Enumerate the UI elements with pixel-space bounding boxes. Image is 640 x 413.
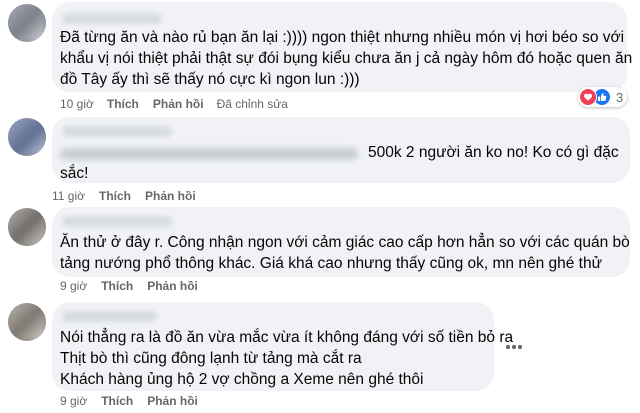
comment-text-line: sắc!	[60, 165, 89, 182]
comment-text-line: Ăn thử ở đây r. Công nhận ngon với cảm g…	[60, 234, 630, 251]
reply-button[interactable]: Phản hồi	[153, 97, 204, 111]
comment-actions: 10 giờ Thích Phản hồi Đã chỉnh sửa	[60, 97, 288, 111]
comment-actions: 9 giờ Thích Phản hồi	[60, 394, 198, 408]
comment-time[interactable]: 11 giờ	[52, 189, 85, 203]
like-button[interactable]: Thích	[107, 97, 139, 111]
comment-bubble: Nói thẳng ra là đồ ăn vừa mắc vừa ít khô…	[52, 302, 513, 391]
avatar[interactable]	[8, 118, 46, 156]
more-dot	[506, 345, 510, 349]
comment-time[interactable]: 10 giờ	[60, 97, 94, 111]
like-button[interactable]: Thích	[101, 394, 133, 408]
comment-time[interactable]: 9 giờ	[60, 279, 87, 293]
reaction-count: 3	[616, 89, 624, 105]
comment-time[interactable]: 9 giờ	[60, 394, 87, 408]
comment-actions: 9 giờ Thích Phản hồi	[60, 279, 198, 293]
comment-text-line: Thịt bò thì cũng đông lạnh từ tảng mà cắ…	[60, 350, 362, 367]
heart-icon	[579, 88, 597, 106]
comment-text-line: khẩu vị nói thiệt phải thật sự đói bụng …	[60, 50, 633, 67]
comment-bubble: Ăn thử ở đây r. Công nhận ngon với cảm g…	[52, 207, 630, 277]
like-button[interactable]: Thích	[101, 279, 133, 293]
reply-button[interactable]: Phản hồi	[147, 394, 198, 408]
comment-text-line: 500k 2 người ăn ko no! Ko có gì đặc	[368, 144, 619, 161]
reply-button[interactable]: Phản hồi	[147, 279, 198, 293]
author-name-redacted	[62, 216, 172, 227]
avatar[interactable]	[8, 4, 46, 42]
comment-text-line: Nói thẳng ra là đồ ăn vừa mắc vừa ít khô…	[60, 329, 514, 346]
more-dot	[518, 345, 522, 349]
comment-text-line: tảng nướng phổ thông khác. Giá khá cao n…	[60, 255, 602, 272]
comment-bubble: 500k 2 người ăn ko no! Ko có gì đặc sắc!	[52, 117, 630, 183]
quoted-text-redacted	[60, 148, 358, 160]
comment-bubble: Đã từng ăn và nào rủ bạn ăn lại :)))) ng…	[52, 2, 632, 92]
author-name-redacted	[62, 13, 162, 24]
edited-label[interactable]: Đã chỉnh sửa	[217, 97, 288, 111]
comment-actions: 11 giờ Thích Phản hồi	[52, 189, 196, 203]
avatar[interactable]	[8, 303, 46, 341]
more-dot	[512, 345, 516, 349]
reaction-summary[interactable]: 3	[578, 87, 628, 107]
reply-button[interactable]: Phản hồi	[145, 189, 196, 203]
comment-text-line: Đã từng ăn và nào rủ bạn ăn lại :)))) ng…	[60, 29, 625, 46]
like-button[interactable]: Thích	[99, 189, 131, 203]
comment-text-line: đồ Tây ấy thì sẽ thấy nó cực kì ngon lun…	[60, 71, 360, 88]
avatar[interactable]	[8, 208, 46, 246]
author-name-redacted	[62, 311, 157, 322]
more-options-button[interactable]	[502, 335, 526, 359]
comment-text-line: Khách hàng ủng hộ 2 vợ chồng a Xeme nên …	[60, 371, 424, 388]
author-name-redacted	[62, 126, 172, 137]
